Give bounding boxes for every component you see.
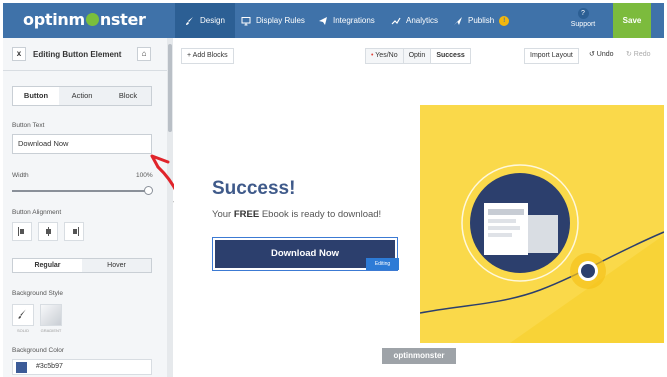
- tab-action[interactable]: Action: [59, 87, 105, 105]
- ebook-illustration: [420, 105, 664, 343]
- monitor-icon: [241, 16, 251, 25]
- style-gradient-caption: GRADIENT: [40, 328, 62, 333]
- tab-regular[interactable]: Regular: [13, 259, 82, 272]
- import-layout-button[interactable]: Import Layout: [524, 48, 579, 64]
- button-text-label: Button Text: [12, 122, 45, 129]
- editor-sidebar: x Editing Button Element ⌂ Button Action…: [3, 38, 173, 377]
- tab-hover[interactable]: Hover: [82, 259, 151, 272]
- optinmonster-footer-badge: optinmonster: [382, 348, 456, 364]
- close-icon[interactable]: x: [12, 47, 26, 61]
- tab-display-rules[interactable]: Display Rules: [231, 3, 315, 38]
- alignment-label: Button Alignment: [12, 209, 62, 216]
- align-center-button[interactable]: [38, 222, 58, 241]
- background-color-picker[interactable]: #3c5b97: [12, 359, 152, 375]
- align-right-button[interactable]: [64, 222, 84, 241]
- color-swatch[interactable]: [16, 362, 27, 373]
- view-switcher: • Yes/No Optin Success: [365, 48, 471, 64]
- width-slider-track[interactable]: [12, 190, 148, 192]
- top-nav-bar: optinm nster Design Display Rules Integra…: [3, 3, 664, 38]
- color-hex-value: #3c5b97: [36, 363, 63, 370]
- scrollbar-thumb[interactable]: [168, 44, 172, 132]
- support-button[interactable]: ? Support: [563, 8, 603, 36]
- style-gradient-option[interactable]: [40, 304, 62, 326]
- view-yes-no[interactable]: • Yes/No: [366, 49, 404, 63]
- tab-integrations[interactable]: Integrations: [308, 3, 385, 38]
- state-tabs: Regular Hover: [12, 258, 152, 273]
- brush-icon: [186, 16, 193, 25]
- style-solid-caption: SOLID: [16, 328, 29, 333]
- save-button[interactable]: Save: [613, 3, 651, 38]
- view-optin[interactable]: Optin: [403, 49, 432, 63]
- question-icon: ?: [577, 8, 589, 19]
- align-center-icon: [45, 227, 51, 236]
- sidebar-title: Editing Button Element: [33, 50, 122, 59]
- sidebar-header: x Editing Button Element ⌂: [3, 38, 168, 71]
- redo-button[interactable]: ↻ Redo: [626, 50, 651, 58]
- align-left-button[interactable]: [12, 222, 32, 241]
- paper-plane-icon: [319, 16, 327, 25]
- align-left-icon: [17, 227, 24, 236]
- tab-block[interactable]: Block: [105, 87, 151, 105]
- tab-analytics[interactable]: Analytics: [381, 3, 448, 38]
- view-success[interactable]: Success: [431, 49, 470, 63]
- send-icon: [454, 16, 462, 25]
- publish-warning-badge: !: [499, 15, 510, 26]
- editing-tag: Editing: [366, 258, 399, 270]
- align-right-icon: [72, 227, 79, 236]
- background-style-label: Background Style: [12, 290, 63, 297]
- element-tabs: Button Action Block: [12, 86, 152, 106]
- tab-button[interactable]: Button: [13, 87, 59, 105]
- home-icon[interactable]: ⌂: [137, 47, 151, 61]
- add-blocks-button[interactable]: + Add Blocks: [181, 48, 234, 64]
- button-text-input[interactable]: Download Now: [12, 134, 152, 154]
- success-headline[interactable]: Success!: [212, 178, 295, 200]
- monster-logo-icon: [85, 13, 99, 26]
- background-color-label: Background Color: [12, 347, 65, 354]
- editor-canvas: + Add Blocks • Yes/No Optin Success Impo…: [174, 38, 664, 377]
- style-solid-option[interactable]: [12, 304, 34, 326]
- tab-design[interactable]: Design: [175, 3, 235, 38]
- optinmonster-logo[interactable]: optinm nster: [23, 10, 146, 29]
- success-subtext[interactable]: Your FREE Ebook is ready to download!: [212, 209, 381, 220]
- undo-button[interactable]: ↺ Undo: [589, 50, 614, 58]
- tab-publish[interactable]: Publish !: [443, 3, 519, 38]
- line-chart-icon: [391, 17, 401, 24]
- width-label: Width: [12, 172, 29, 179]
- paint-brush-icon: [18, 309, 26, 319]
